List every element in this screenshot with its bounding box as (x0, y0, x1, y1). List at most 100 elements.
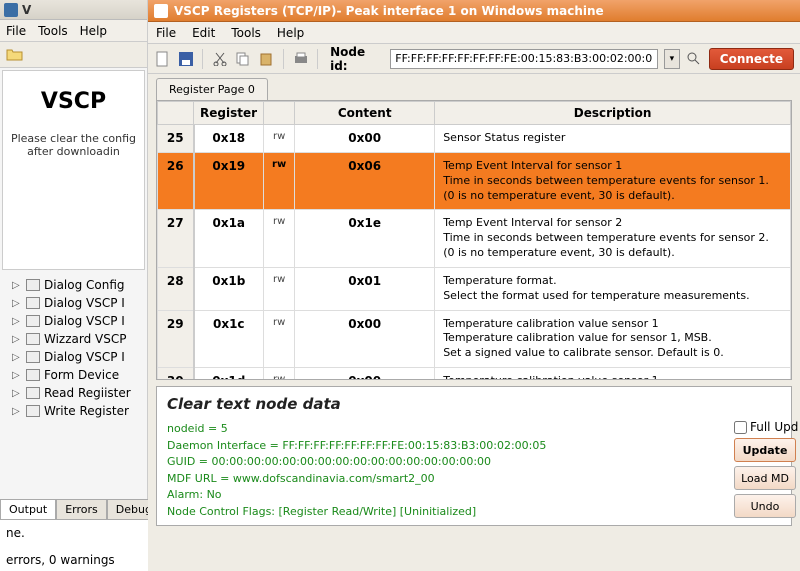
new-icon[interactable] (154, 50, 171, 68)
tab-errors[interactable]: Errors (56, 499, 107, 519)
window-title: VSCP Registers (TCP/IP)- Peak interface … (174, 4, 604, 18)
col-register: Register (194, 102, 264, 125)
cell-register: 0x1a (194, 210, 264, 268)
menu-edit[interactable]: Edit (192, 26, 215, 40)
cell-description: Temperature format.Select the format use… (435, 267, 791, 310)
copy-icon[interactable] (235, 50, 252, 68)
form-icon (26, 297, 40, 309)
paste-icon[interactable] (258, 50, 275, 68)
bg-menubar: File Tools Help (0, 20, 147, 42)
expand-icon[interactable]: ▷ (12, 406, 22, 417)
row-number: 25 (158, 125, 194, 153)
expand-icon[interactable]: ▷ (12, 352, 22, 363)
form-icon (26, 387, 40, 399)
main-titlebar: VSCP Registers (TCP/IP)- Peak interface … (148, 0, 800, 22)
tree-item[interactable]: ▷Form Device (12, 366, 147, 384)
tree-label: Wizzard VSCP (44, 332, 126, 346)
bg-heading: VSCP (7, 89, 140, 114)
bg-menu-help[interactable]: Help (80, 24, 107, 38)
tree-label: Write Register (44, 404, 129, 418)
tree-label: Dialog Config (44, 278, 125, 292)
expand-icon[interactable]: ▷ (12, 298, 22, 309)
tree-item[interactable]: ▷ Dialog VSCP I (12, 312, 147, 330)
cell-content[interactable]: 0x01 (295, 267, 435, 310)
tree-item[interactable]: ▷ Write Register (12, 402, 147, 420)
cut-icon[interactable] (211, 50, 228, 68)
tree-label: Dialog VSCP I (44, 314, 125, 328)
table-row[interactable]: 260x19rw0x06Temp Event Interval for sens… (158, 152, 791, 210)
table-row[interactable]: 270x1arw0x1eTemp Event Interval for sens… (158, 210, 791, 268)
cell-content[interactable]: 0x00 (295, 368, 435, 380)
tab-output[interactable]: Output (0, 499, 56, 519)
register-page-tab[interactable]: Register Page 0 (156, 78, 268, 100)
expand-icon[interactable]: ▷ (12, 370, 22, 381)
clear-text-line: MDF URL = www.dofscandinavia.com/smart2_… (167, 471, 781, 488)
col-content: Content (295, 102, 435, 125)
cell-description: Temperature calibration value sensor 1Te… (435, 368, 791, 380)
bg-menu-tools[interactable]: Tools (38, 24, 68, 38)
bottom-tabs: Output Errors Debugg (0, 499, 168, 519)
undo-button[interactable]: Undo (734, 494, 796, 518)
table-row[interactable]: 300x1drw0x00Temperature calibration valu… (158, 368, 791, 380)
cell-description: Temperature calibration value sensor 1Te… (435, 310, 791, 368)
menu-file[interactable]: File (156, 26, 176, 40)
side-button-panel: Full Upd Update Load MD Undo (730, 414, 800, 524)
col-description: Description (435, 102, 791, 125)
register-grid[interactable]: Register Content Description 250x18rw0x0… (156, 100, 792, 380)
save-icon[interactable] (177, 50, 194, 68)
bg-toolbar (0, 42, 147, 68)
form-icon (26, 351, 40, 363)
nodeid-dropdown[interactable]: ▾ (664, 49, 679, 69)
output-line2: errors, 0 warnings (6, 553, 142, 567)
cell-content[interactable]: 0x06 (295, 152, 435, 210)
menu-help[interactable]: Help (277, 26, 304, 40)
form-icon (26, 405, 40, 417)
expand-icon[interactable]: ▷ (12, 388, 22, 399)
expand-icon[interactable]: ▷ (12, 316, 22, 327)
load-mdf-button[interactable]: Load MD (734, 466, 796, 490)
update-button[interactable]: Update (734, 438, 796, 462)
tree-item[interactable]: ▷Dialog VSCP I (12, 348, 147, 366)
cell-register: 0x18 (194, 125, 264, 153)
window-icon (154, 4, 168, 18)
cell-description: Temp Event Interval for sensor 2Time in … (435, 210, 791, 268)
print-icon[interactable] (292, 50, 309, 68)
menu-tools[interactable]: Tools (231, 26, 261, 40)
table-row[interactable]: 250x18rw0x00Sensor Status register (158, 125, 791, 153)
expand-icon[interactable]: ▷ (12, 280, 22, 291)
clear-text-line: Daemon Interface = FF:FF:FF:FF:FF:FF:FF:… (167, 438, 781, 455)
row-number: 28 (158, 267, 194, 310)
form-icon (26, 333, 40, 345)
col-rownum (158, 102, 194, 125)
cell-content[interactable]: 0x00 (295, 310, 435, 368)
tree-view: ▷Dialog Config▷Dialog VSCP I▷Dialog VSCP… (0, 272, 147, 420)
cell-content[interactable]: 0x1e (295, 210, 435, 268)
full-update-checkbox[interactable]: Full Upd (734, 420, 796, 434)
open-folder-icon[interactable] (6, 47, 24, 63)
bg-menu-file[interactable]: File (6, 24, 26, 38)
col-rw (264, 102, 295, 125)
clear-text-line: Node Control Flags: [Register Read/Write… (167, 504, 781, 521)
cell-rw: rw (264, 267, 295, 310)
expand-icon[interactable]: ▷ (12, 334, 22, 345)
cell-rw: rw (264, 310, 295, 368)
nodeid-input[interactable] (390, 49, 658, 69)
tree-item[interactable]: ▷Dialog VSCP I (12, 294, 147, 312)
search-icon[interactable] (686, 50, 703, 68)
table-row[interactable]: 290x1crw0x00Temperature calibration valu… (158, 310, 791, 368)
row-number: 27 (158, 210, 194, 268)
nodeid-label: Node id: (330, 45, 384, 73)
table-row[interactable]: 280x1brw0x01Temperature format.Select th… (158, 267, 791, 310)
cell-register: 0x1d (194, 368, 264, 380)
cell-rw: rw (264, 210, 295, 268)
tree-label: Read Regiister (44, 386, 131, 400)
tree-item[interactable]: ▷ Wizzard VSCP (12, 330, 147, 348)
connected-button[interactable]: Connecte (709, 48, 794, 70)
cell-content[interactable]: 0x00 (295, 125, 435, 153)
tree-item[interactable]: ▷ Dialog Config (12, 276, 147, 294)
cell-rw: rw (264, 152, 295, 210)
tree-item[interactable]: ▷ Read Regiister (12, 384, 147, 402)
cell-rw: rw (264, 368, 295, 380)
clear-text-line: nodeid = 5 (167, 421, 781, 438)
form-icon (26, 369, 40, 381)
